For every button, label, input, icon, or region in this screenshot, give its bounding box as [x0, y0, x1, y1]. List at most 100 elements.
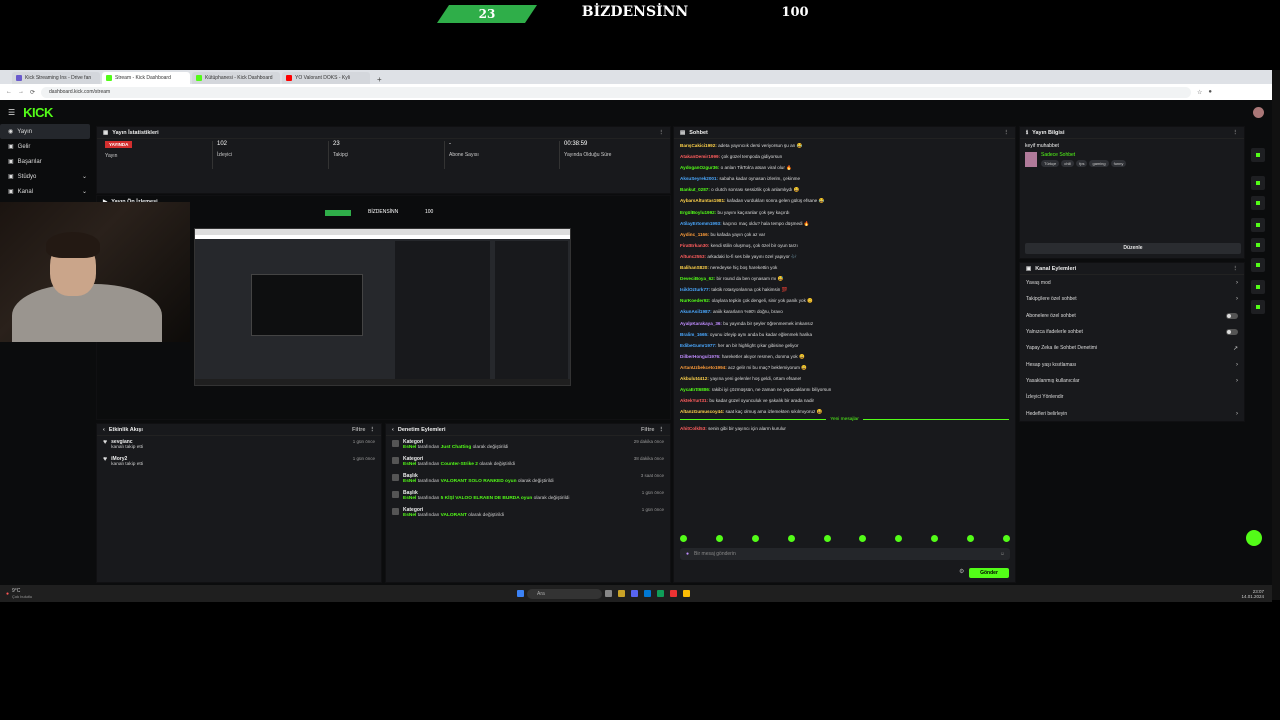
emote-icon[interactable]: [967, 535, 974, 542]
chrome-icon[interactable]: [683, 590, 691, 597]
channel-action-row[interactable]: Hesap yaşı kısıtlaması ›: [1020, 356, 1244, 372]
store-icon[interactable]: [644, 590, 652, 597]
moderator-name[interactable]: EsNel: [403, 445, 416, 450]
emote-icon[interactable]: [787, 535, 795, 542]
chat-username[interactable]: DilberHongul1976:: [680, 354, 721, 359]
toolbar-icon[interactable]: [1251, 176, 1265, 190]
chat-username[interactable]: Altunc2553:: [680, 254, 706, 259]
more-options-icon[interactable]: ⋮: [1004, 130, 1010, 136]
chat-username[interactable]: AktekYurt31:: [680, 398, 708, 403]
chat-username[interactable]: Bralim_1665:: [680, 332, 709, 337]
toggle-switch[interactable]: [1226, 312, 1238, 319]
chat-username[interactable]: Aydinc_1166:: [680, 232, 709, 237]
filter-button[interactable]: Filtre: [352, 427, 365, 433]
url-input[interactable]: dashboard.kick.com/stream: [41, 86, 1192, 98]
edit-button[interactable]: Düzenle: [1025, 243, 1241, 254]
discord-icon[interactable]: [631, 590, 639, 597]
chat-username[interactable]: DeveciBoya_62:: [680, 276, 715, 281]
moderator-name[interactable]: EsNel: [403, 479, 416, 484]
channel-action-row[interactable]: Yalnızca ifadelerle sohbet: [1020, 324, 1244, 340]
settings-gear-icon[interactable]: ⚙: [959, 568, 964, 575]
channel-action-row[interactable]: Yasaklanmış kullanıcılar ›: [1020, 373, 1244, 389]
file-explorer-icon[interactable]: [618, 590, 626, 597]
channel-action-row[interactable]: Hedefleri belirleyin ›: [1020, 405, 1244, 421]
sidebar-item-yayin[interactable]: ◉ Yayın: [0, 124, 90, 139]
chat-username[interactable]: AycaErtt6886:: [680, 387, 710, 392]
channel-action-row[interactable]: Yavaş mod ›: [1020, 275, 1244, 291]
chat-username[interactable]: AksuSeyrek2001:: [680, 176, 718, 181]
chat-username[interactable]: AyalpKarakaya_36:: [680, 321, 722, 326]
kick-logo[interactable]: KICK: [23, 105, 53, 120]
help-button[interactable]: [1246, 530, 1262, 546]
browser-tab-active[interactable]: Stream - Kick Dashboard: [102, 72, 190, 84]
emote-icon[interactable]: [859, 535, 867, 542]
moderator-name[interactable]: EsNel: [403, 496, 416, 501]
forward-icon[interactable]: →: [18, 89, 24, 95]
sidebar-item-kanal[interactable]: ▣ Kanal ⌄: [0, 184, 93, 199]
channel-action-row[interactable]: Takipçilere özel sohbet ›: [1020, 291, 1244, 307]
more-options-icon[interactable]: ⋮: [370, 427, 376, 433]
moderator-name[interactable]: EsNel: [403, 462, 416, 467]
chat-username[interactable]: AydoganOzgur36:: [680, 165, 719, 170]
emote-icon[interactable]: [680, 535, 687, 542]
emote-icon[interactable]: [823, 535, 831, 542]
mic-icon[interactable]: ●: [686, 551, 689, 557]
avatar[interactable]: [1253, 106, 1264, 118]
toolbar-icon[interactable]: [1251, 280, 1265, 294]
system-clock[interactable]: 23:07 14.01.2024: [1241, 589, 1264, 599]
weather-widget[interactable]: ● 9°C Çok bulutlu: [6, 588, 32, 599]
emote-icon[interactable]: [715, 535, 723, 542]
filter-button[interactable]: Filtre: [641, 427, 654, 433]
sidebar-item-basarilar[interactable]: ▣ Başarılar: [0, 154, 93, 169]
toolbar-pencil-icon[interactable]: [1251, 148, 1265, 162]
chat-username[interactable]: BalihanS820:: [680, 265, 709, 270]
chat-username[interactable]: BarışCakici1992:: [680, 143, 717, 148]
toolbar-icon[interactable]: [1251, 196, 1265, 210]
chat-username[interactable]: Akbulut4412:: [680, 376, 709, 381]
reload-icon[interactable]: ⟳: [30, 89, 35, 96]
toolbar-icon[interactable]: [1251, 258, 1265, 272]
more-options-icon[interactable]: ⋮: [1233, 130, 1239, 136]
edge-icon[interactable]: [657, 590, 665, 597]
emoji-icon[interactable]: ☺: [1000, 551, 1005, 557]
emote-icon[interactable]: [895, 535, 903, 542]
more-options-icon[interactable]: ⋮: [659, 130, 665, 136]
chat-username[interactable]: ErgülBoylu1992:: [680, 210, 716, 215]
stream-preview-video[interactable]: [194, 228, 571, 386]
chat-input[interactable]: ● Bir mesaj gönderin ☺: [680, 548, 1010, 560]
chat-username[interactable]: AkunAsil1987:: [680, 309, 712, 314]
sidebar-item-gelir[interactable]: ▣ Gelir: [0, 139, 93, 154]
chevron-left-icon[interactable]: ‹: [392, 427, 394, 433]
emote-icon[interactable]: [751, 535, 759, 542]
sidebar-item-studyo[interactable]: ▣ Stüdyo ⌄: [0, 169, 93, 184]
chat-username[interactable]: ArtanUzbekceto1994:: [680, 365, 727, 370]
chat-username[interactable]: AhitColkl53:: [680, 426, 707, 431]
channel-action-row[interactable]: Abonelere özel sohbet: [1020, 308, 1244, 324]
channel-action-row[interactable]: İzleyici Yönlendir: [1020, 389, 1244, 405]
more-options-icon[interactable]: ⋮: [659, 427, 665, 433]
toolbar-icon[interactable]: [1251, 218, 1265, 232]
chat-username[interactable]: AltanzGumuscoy44:: [680, 409, 724, 414]
browser-tab[interactable]: Kick Streaming Ins - Drive fan: [12, 72, 100, 84]
bookmark-star-icon[interactable]: ☆: [1197, 89, 1202, 96]
send-button[interactable]: Gönder: [969, 568, 1009, 578]
chat-username[interactable]: FiratErkan30:: [680, 243, 709, 248]
emote-icon[interactable]: [1002, 535, 1010, 542]
moderator-name[interactable]: EsNel: [403, 513, 416, 518]
toolbar-icon[interactable]: [1251, 238, 1265, 252]
more-options-icon[interactable]: ⋮: [1233, 266, 1239, 272]
chat-username[interactable]: Bankut_0287:: [680, 187, 710, 192]
back-icon[interactable]: ←: [6, 89, 12, 95]
new-tab-button[interactable]: +: [372, 75, 387, 84]
menu-icon[interactable]: ☰: [8, 108, 15, 117]
chat-username[interactable]: IsiklOzturk77:: [680, 287, 710, 292]
chat-username[interactable]: AtakanDemir1999:: [680, 154, 720, 159]
chat-username[interactable]: NurKoeder92:: [680, 298, 710, 303]
windows-start-icon[interactable]: [517, 590, 525, 597]
browser-tab[interactable]: YO Valorant DOKS - Kyli: [282, 72, 370, 84]
toolbar-icon[interactable]: [1251, 300, 1265, 314]
browser-tab[interactable]: Kütüphanesi - Kick Dashboard: [192, 72, 280, 84]
toggle-switch[interactable]: [1226, 329, 1238, 336]
chat-username[interactable]: AybarsAltuntas1981:: [680, 198, 726, 203]
profile-icon[interactable]: ●: [1208, 89, 1212, 95]
